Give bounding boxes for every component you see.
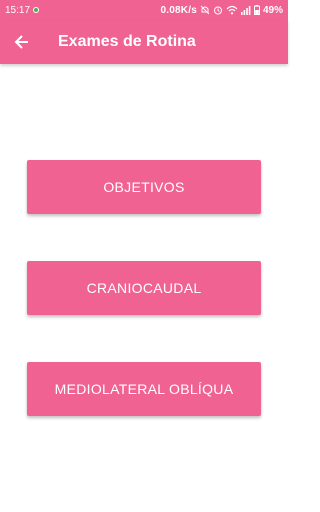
app-bar: Exames de Rotina bbox=[0, 20, 288, 64]
whatsapp-icon bbox=[33, 7, 40, 13]
mediolateral-obliqua-button[interactable]: MEDIOLATERAL OBLÍQUA bbox=[27, 362, 261, 416]
page-title: Exames de Rotina bbox=[58, 33, 196, 50]
mute-icon bbox=[200, 5, 210, 15]
craniocaudal-button[interactable]: CRANIOCAUDAL bbox=[27, 261, 261, 315]
signal-icon bbox=[240, 6, 251, 15]
arrow-back-icon bbox=[14, 35, 28, 49]
battery-percent: 49% bbox=[262, 4, 283, 16]
wifi-icon bbox=[226, 5, 238, 15]
battery-icon bbox=[253, 5, 260, 15]
status-time: 15:17 bbox=[5, 4, 31, 16]
network-speed: 0.08K/s bbox=[160, 4, 197, 16]
back-button[interactable] bbox=[0, 20, 44, 64]
objetivos-button[interactable]: OBJETIVOS bbox=[27, 160, 261, 214]
alarm-icon bbox=[213, 6, 222, 15]
status-bar: 15:17 0.08K/s 49% bbox=[0, 0, 288, 20]
